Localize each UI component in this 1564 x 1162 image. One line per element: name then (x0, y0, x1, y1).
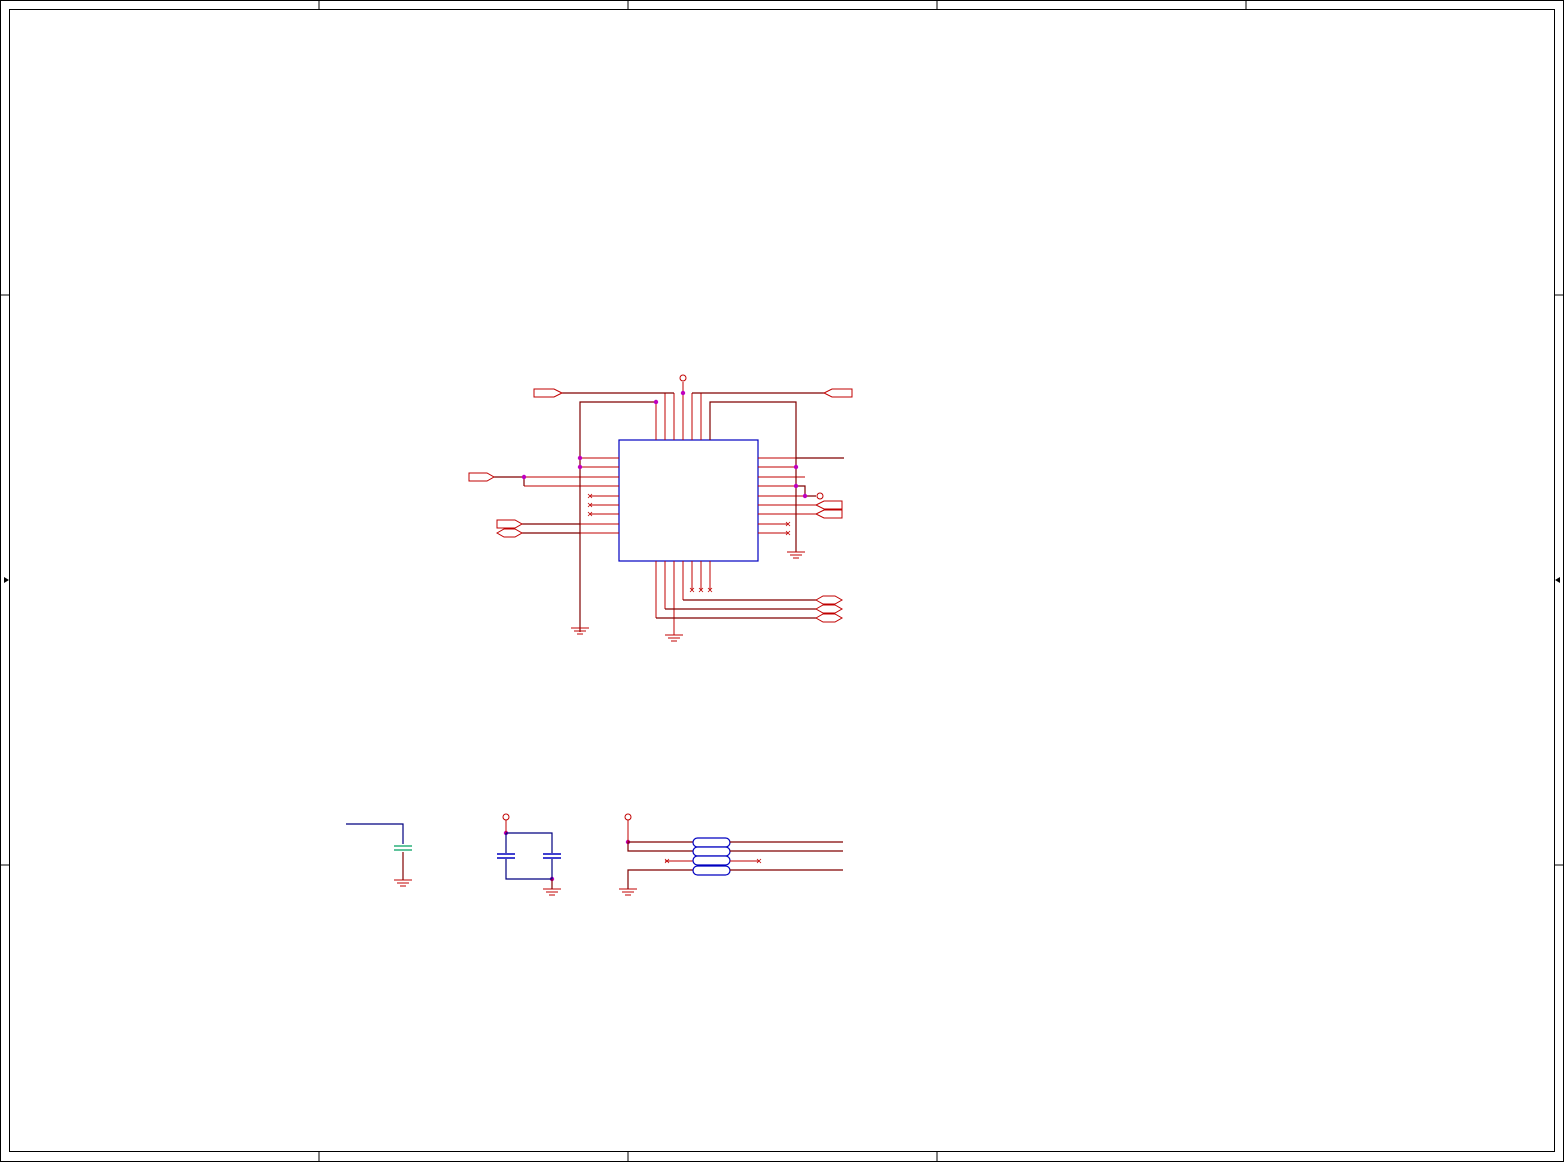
ground-icon (394, 879, 412, 887)
sheet-frame (0, 0, 1564, 1162)
ground-symbols (394, 551, 805, 896)
capacitor-single (346, 823, 412, 880)
schematic-sheet (0, 0, 1564, 1162)
ic-symbol (524, 382, 816, 632)
ground-icon (787, 551, 805, 559)
ground-icon (619, 888, 637, 896)
capacitor-pair (497, 820, 561, 889)
ground-icon (665, 632, 683, 642)
ferrite-array (627, 820, 843, 889)
ground-icon (543, 888, 561, 896)
